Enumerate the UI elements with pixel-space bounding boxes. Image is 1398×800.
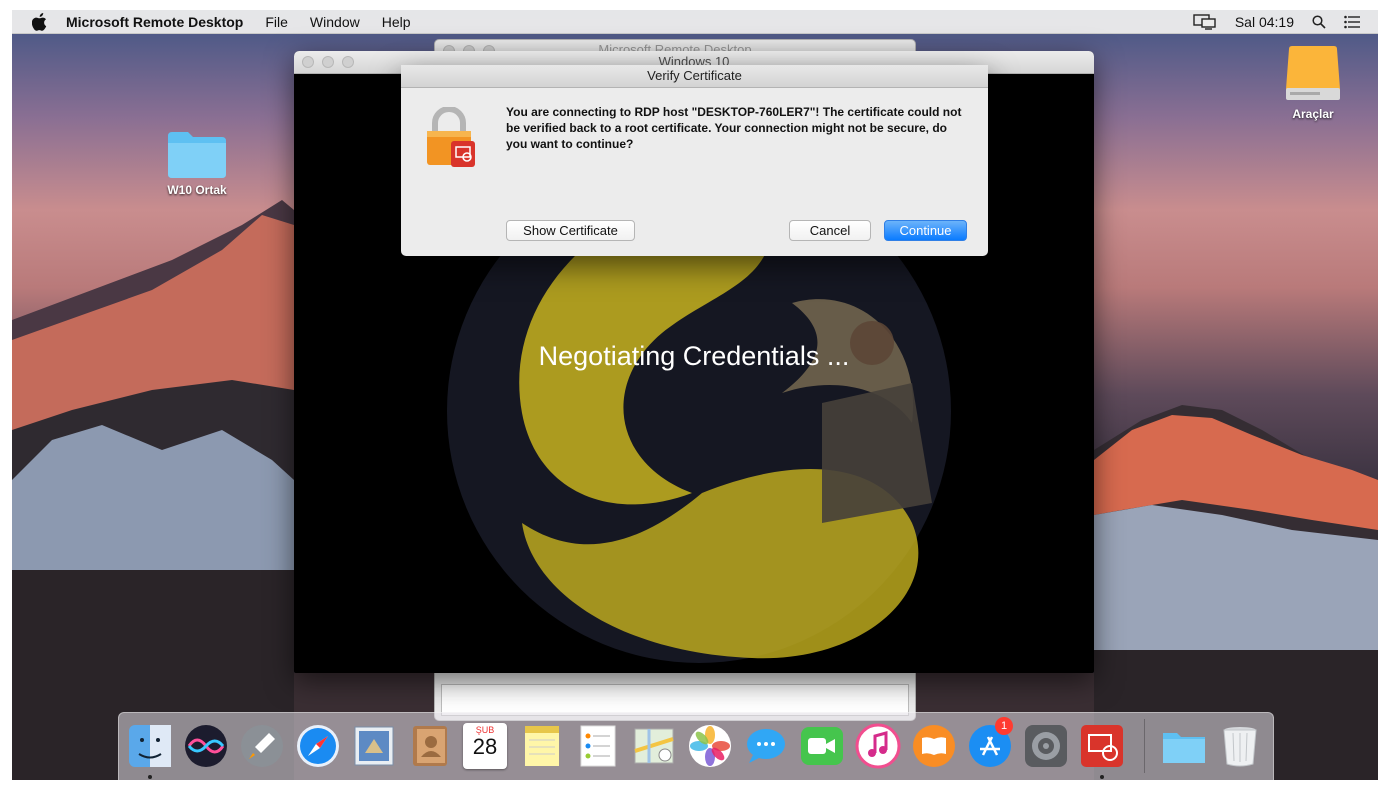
menu-clock[interactable]: Sal 04:19 [1235, 14, 1294, 30]
menu-help[interactable]: Help [382, 14, 411, 30]
display-icon[interactable] [1193, 13, 1217, 30]
external-drive-icon [1286, 46, 1340, 100]
desktop-icon-araclar[interactable]: Araçlar [1278, 42, 1348, 121]
show-certificate-button[interactable]: Show Certificate [506, 220, 635, 241]
dialog-title: Verify Certificate [401, 65, 988, 88]
facetime-icon[interactable] [799, 723, 845, 769]
apple-icon[interactable] [32, 12, 48, 31]
remote-desktop-icon[interactable] [1079, 723, 1125, 769]
minimize-button[interactable] [322, 56, 334, 68]
lock-icon [427, 107, 475, 167]
status-text: Negotiating Credentials ... [538, 341, 850, 371]
itunes-icon[interactable] [855, 723, 901, 769]
contacts-icon[interactable] [407, 723, 453, 769]
trash-icon[interactable] [1217, 723, 1263, 769]
menu-file[interactable]: File [265, 14, 288, 30]
app-store-badge: 1 [995, 717, 1013, 735]
safari-icon[interactable] [295, 723, 341, 769]
reminders-icon[interactable] [575, 723, 621, 769]
notification-center-icon[interactable] [1344, 15, 1360, 29]
calendar-day: 28 [472, 734, 498, 759]
calendar-icon[interactable]: ŞUB 28 [463, 723, 507, 769]
siri-icon[interactable] [183, 723, 229, 769]
notes-icon[interactable] [519, 723, 565, 769]
dialog-message: You are connecting to RDP host "DESKTOP-… [506, 105, 962, 151]
close-button[interactable] [302, 56, 314, 68]
menu-app-name[interactable]: Microsoft Remote Desktop [66, 14, 243, 30]
mail-icon[interactable] [351, 723, 397, 769]
maps-icon[interactable] [631, 723, 677, 769]
dock: ŞUB 28 1 [118, 712, 1274, 780]
menu-window[interactable]: Window [310, 14, 360, 30]
system-preferences-icon[interactable] [1023, 723, 1069, 769]
zoom-button[interactable] [342, 56, 354, 68]
dock-separator [1144, 719, 1145, 773]
messages-icon[interactable] [743, 723, 789, 769]
ibooks-icon[interactable] [911, 723, 957, 769]
running-indicator [1100, 775, 1104, 779]
cancel-button[interactable]: Cancel [789, 220, 871, 241]
menu-bar: Microsoft Remote Desktop File Window Hel… [12, 10, 1378, 34]
launchpad-icon[interactable] [239, 723, 285, 769]
folder-icon [168, 132, 226, 178]
finder-icon[interactable] [127, 723, 173, 769]
folder-icon[interactable] [1161, 723, 1207, 769]
spotlight-icon[interactable] [1312, 14, 1326, 29]
verify-certificate-dialog: Verify Certificate You are connecting to… [401, 65, 988, 256]
desktop-icon-w10-ortak[interactable]: W10 Ortak [160, 128, 234, 197]
running-indicator [148, 775, 152, 779]
desktop-icon-label: W10 Ortak [167, 183, 227, 197]
desktop-icon-label: Araçlar [1292, 107, 1334, 121]
desktop: Microsoft Remote Desktop File Window Hel… [12, 10, 1378, 780]
photos-icon[interactable] [687, 723, 733, 769]
continue-button[interactable]: Continue [884, 220, 967, 241]
